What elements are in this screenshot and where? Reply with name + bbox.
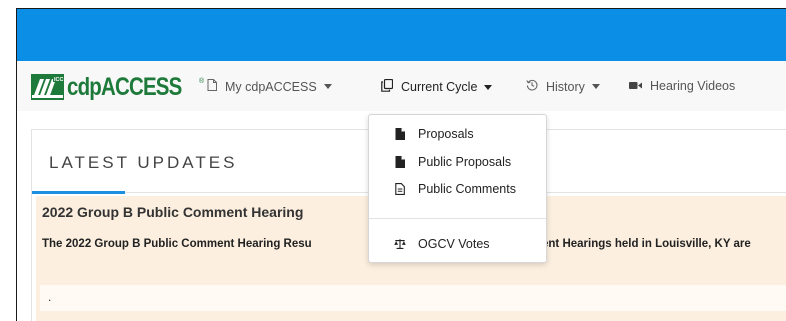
chevron-down-icon — [591, 84, 600, 89]
menu-item-ogcv-votes-label: OGCV Votes — [418, 237, 490, 251]
menu-divider — [369, 218, 546, 219]
tab-underline — [32, 191, 125, 194]
menu-item-public-comments[interactable]: Public Comments — [369, 178, 546, 200]
nav-hearing-videos[interactable]: Hearing Videos — [629, 79, 735, 93]
cdpaccess-logo[interactable]: ICC cdpACCESS ® — [31, 72, 207, 102]
menu-item-ogcv-votes[interactable]: OGCV Votes — [369, 233, 546, 255]
browser-frame: ICC cdpACCESS ® My cdpACCESS Current Cyc… — [16, 8, 786, 321]
update-detail-text: . — [48, 290, 52, 304]
nav-history[interactable]: History — [526, 79, 600, 94]
logo-text: cdpACCESS — [67, 72, 182, 101]
menu-item-public-proposals[interactable]: Public Proposals — [369, 151, 546, 173]
menu-item-proposals-label: Proposals — [418, 127, 474, 141]
nav-current-cycle-label: Current Cycle — [401, 80, 478, 94]
history-icon — [526, 79, 538, 94]
chevron-down-icon — [484, 84, 493, 90]
menu-item-public-comments-label: Public Comments — [418, 182, 516, 196]
nav-my-cdpaccess-label: My cdpACCESS — [225, 79, 317, 94]
nav-current-cycle[interactable]: Current Cycle — [381, 78, 493, 95]
nav-history-label: History — [546, 79, 585, 94]
top-banner — [17, 9, 786, 61]
menu-item-public-proposals-label: Public Proposals — [418, 155, 512, 169]
file-icon — [207, 79, 217, 94]
chevron-down-icon — [323, 84, 332, 89]
icc-logo-icon: ICC — [31, 74, 64, 100]
menu-item-proposals[interactable]: Proposals — [369, 123, 546, 145]
update-title[interactable]: 2022 Group B Public Comment Hearing — [42, 204, 303, 220]
update-detail-box: . — [40, 285, 786, 311]
panel-title: LATEST UPDATES — [49, 153, 238, 172]
update-text-left: The 2022 Group B Public Comment Hearing … — [42, 238, 312, 250]
file-icon — [394, 128, 406, 140]
balance-scale-icon — [394, 238, 406, 250]
file-icon — [394, 156, 406, 168]
main-navbar: ICC cdpACCESS ® My cdpACCESS Current Cyc… — [17, 61, 786, 111]
nav-hearing-videos-label: Hearing Videos — [650, 79, 736, 93]
update-text-right: ent Hearings held in Louisville, KY are — [542, 238, 751, 250]
registered-mark: ® — [199, 78, 205, 85]
nav-my-cdpaccess[interactable]: My cdpACCESS — [207, 79, 332, 94]
file-text-icon — [394, 183, 406, 195]
svg-text:ICC: ICC — [54, 77, 64, 83]
current-cycle-dropdown: Proposals Public Proposals Public Commen… — [368, 114, 547, 263]
copy-icon — [381, 78, 394, 95]
video-camera-icon — [629, 79, 642, 93]
